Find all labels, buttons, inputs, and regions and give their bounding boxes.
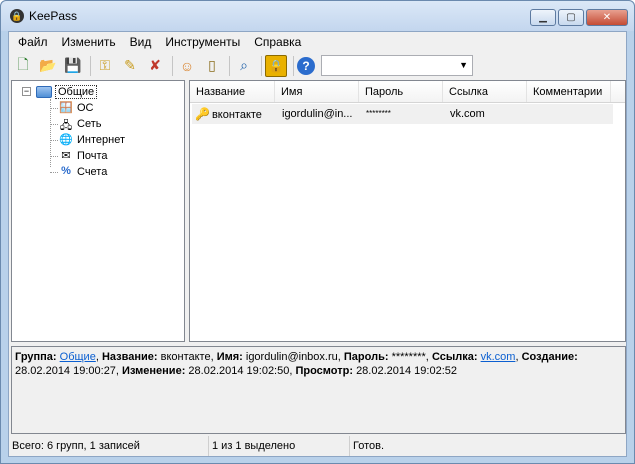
tree-label: Сеть (77, 118, 102, 130)
tree-label: Почта (77, 150, 108, 162)
minimize-button[interactable]: ▁ (530, 9, 556, 26)
list-header: Название Имя Пароль Ссылка Комментарии (190, 81, 625, 103)
detail-accessed-value: 28.02.2014 19:02:52 (356, 365, 457, 377)
folder-icon (36, 86, 52, 98)
cell-title-text: вконтакте (211, 109, 262, 121)
toolbar-separator (172, 55, 173, 76)
toolbar-separator (229, 55, 230, 76)
detail-created-value: 28.02.2014 19:00:27, (15, 365, 119, 377)
tree-node-network[interactable]: 🖧 Сеть (58, 116, 102, 132)
tree-root-label: Общие (55, 85, 98, 99)
detail-group-label: Группа: (15, 351, 57, 363)
detail-url-label: Ссылка: (431, 351, 478, 363)
toolbar: 🗋 📂 💾 ⚿ ✎ ✘ ☺ ▯ ⌕ 🔒 ? ▼ (9, 52, 626, 79)
status-bar: Всего: 6 групп, 1 записей 1 из 1 выделен… (9, 436, 626, 456)
detail-modified-value: 28.02.2014 19:02:50, (188, 365, 293, 377)
menu-tools[interactable]: Инструменты (158, 32, 247, 52)
globe-icon: 🌐 (59, 134, 73, 146)
column-header-title[interactable]: Название (190, 81, 275, 102)
status-totals: Всего: 6 групп, 1 записей (9, 436, 209, 456)
menu-help[interactable]: Справка (247, 32, 308, 52)
tree-node-internet[interactable]: 🌐 Интернет (58, 132, 125, 148)
tree-label: Интернет (77, 134, 125, 146)
column-header-password[interactable]: Пароль (359, 81, 443, 102)
lock-icon[interactable]: 🔒 (265, 54, 287, 77)
detail-accessed-label: Просмотр: (295, 365, 353, 377)
tree-node-accounts[interactable]: % Счета (58, 164, 107, 180)
menu-file[interactable]: Файл (11, 32, 55, 52)
tree-node-os[interactable]: 🪟 ОС (58, 100, 94, 116)
tree-label: ОС (77, 102, 94, 114)
window-title: KeePass (29, 9, 78, 23)
chevron-down-icon[interactable]: ▼ (459, 60, 468, 70)
status-state: Готов. (353, 440, 385, 452)
group-tree[interactable]: − Общие 🪟 ОС 🖧 Сеть 🌐 Интернет ✉ Почта %… (11, 80, 185, 342)
windows-logo-icon: 🪟 (59, 102, 73, 114)
detail-user-label: Имя: (216, 351, 243, 363)
client-area: Файл Изменить Вид Инструменты Справка 🗋 … (8, 31, 627, 457)
tree-node-root[interactable]: Общие (36, 84, 98, 100)
entry-list[interactable]: Название Имя Пароль Ссылка Комментарии 🔑… (189, 80, 626, 342)
menu-view[interactable]: Вид (123, 32, 159, 52)
table-row[interactable]: 🔑 вконтакте igordulin@in... ******** vk.c… (192, 104, 613, 124)
percent-icon: % (61, 165, 71, 177)
cell-password: ******** (366, 109, 391, 118)
collapse-icon[interactable]: − (22, 87, 31, 96)
detail-created-label: Создание: (521, 351, 578, 363)
key-icon: 🔑 (195, 107, 210, 121)
detail-pass-label: Пароль: (343, 351, 389, 363)
column-header-notes[interactable]: Комментарии (527, 81, 611, 102)
new-database-icon[interactable]: 🗋 (12, 55, 34, 77)
group-link[interactable]: Общие (60, 351, 96, 363)
mail-icon: ✉ (61, 150, 71, 162)
toolbar-separator (293, 55, 294, 76)
detail-title-value: вконтакте, (160, 351, 214, 363)
close-button[interactable]: ✕ (586, 9, 628, 26)
cell-username: igordulin@in... (282, 108, 353, 120)
app-window: 🔒 KeePass ▁ ▢ ✕ Файл Изменить Вид Инстру… (0, 0, 635, 464)
cell-title: 🔑 вконтакте (192, 104, 277, 124)
menu-edit[interactable]: Изменить (55, 32, 123, 52)
cell-url: vk.com (450, 108, 485, 120)
detail-pass-value: ********, (391, 351, 429, 363)
toolbar-separator (90, 55, 91, 76)
detail-title-label: Название: (101, 351, 158, 363)
title-bar[interactable]: 🔒 KeePass ▁ ▢ ✕ (1, 1, 634, 31)
open-database-icon[interactable]: 📂 (37, 55, 59, 77)
column-header-username[interactable]: Имя (275, 81, 359, 102)
network-icon: 🖧 (59, 120, 73, 132)
status-selection: 1 из 1 выделено (209, 436, 350, 456)
url-link[interactable]: vk.com (481, 351, 516, 363)
edit-entry-icon[interactable]: ✎ (119, 55, 141, 77)
entry-details-panel: Группа: Общие, Название: вконтакте, Имя:… (11, 346, 626, 434)
cell-notes (529, 104, 613, 124)
quick-find-combo[interactable]: ▼ (321, 55, 473, 76)
maximize-button[interactable]: ▢ (558, 9, 584, 26)
menu-bar: Файл Изменить Вид Инструменты Справка (9, 32, 626, 52)
detail-user-value: igordulin@inbox.ru, (245, 351, 341, 363)
detail-modified-label: Изменение: (122, 365, 186, 377)
save-icon[interactable]: 💾 (62, 55, 84, 77)
copy-password-icon[interactable]: ▯ (201, 55, 223, 77)
toolbar-separator (261, 55, 262, 76)
user-icon[interactable]: ☺ (176, 55, 198, 77)
tree-label: Счета (77, 166, 108, 178)
column-header-url[interactable]: Ссылка (443, 81, 527, 102)
help-icon[interactable]: ? (297, 56, 315, 75)
tree-node-email[interactable]: ✉ Почта (58, 148, 108, 164)
delete-entry-icon[interactable]: ✘ (144, 55, 166, 77)
add-entry-icon[interactable]: ⚿ (94, 55, 116, 77)
find-icon[interactable]: ⌕ (233, 55, 255, 77)
keepass-lock-icon: 🔒 (10, 9, 24, 23)
